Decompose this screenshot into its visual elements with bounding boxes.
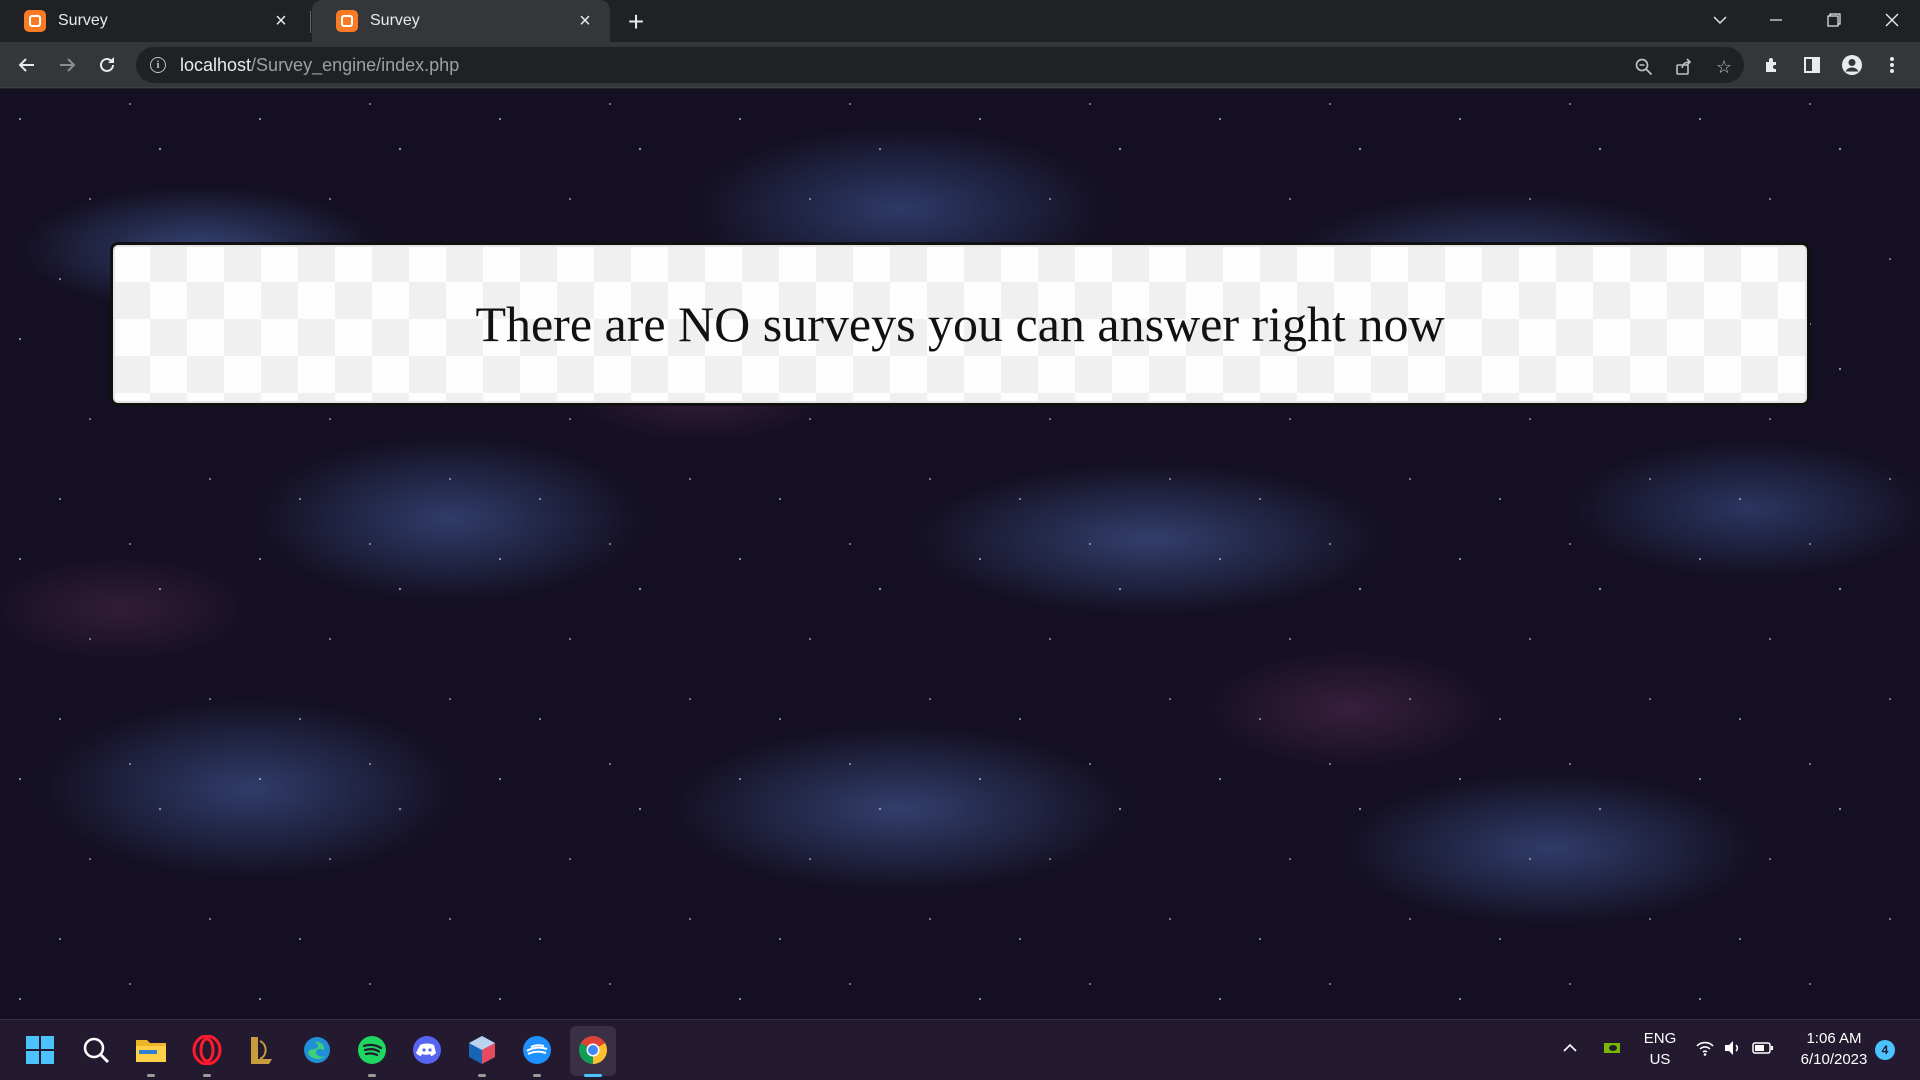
page-background: There are NO surveys you can answer righ… <box>0 89 1920 1019</box>
url-path: /Survey_engine/index.php <box>251 54 460 75</box>
clock-date[interactable]: 6/10/2023 <box>1786 1051 1882 1068</box>
address-bar[interactable]: i localhost/Survey_engine/index.php ☆ <box>136 47 1744 83</box>
xampp-favicon-icon <box>24 10 46 32</box>
reload-icon[interactable] <box>91 49 123 81</box>
restore-icon[interactable] <box>1806 0 1862 40</box>
edge-icon[interactable] <box>299 1032 335 1068</box>
share-icon[interactable] <box>1672 55 1696 79</box>
chrome-icon[interactable] <box>575 1032 611 1068</box>
starfield <box>0 89 1920 1019</box>
side-panel-icon[interactable] <box>1796 49 1828 81</box>
battery-icon[interactable] <box>1752 1040 1774 1061</box>
clock-time[interactable]: 1:06 AM <box>1786 1030 1882 1047</box>
running-indicator <box>147 1074 155 1077</box>
virtualbox-icon[interactable] <box>464 1032 500 1068</box>
message-banner: There are NO surveys you can answer righ… <box>110 242 1810 406</box>
start-icon[interactable] <box>22 1032 58 1068</box>
active-indicator <box>584 1074 602 1077</box>
nvidia-icon[interactable] <box>1603 1040 1621 1061</box>
chevron-up-icon[interactable] <box>1562 1040 1578 1061</box>
menu-icon[interactable] <box>1876 49 1908 81</box>
search-icon[interactable] <box>78 1032 114 1068</box>
chevron-down-icon[interactable] <box>1692 0 1748 40</box>
file-explorer-icon[interactable] <box>133 1032 169 1068</box>
url-text: localhost/Survey_engine/index.php <box>180 55 459 76</box>
browser-toolbar: i localhost/Survey_engine/index.php ☆ <box>0 42 1920 88</box>
app-icon[interactable] <box>519 1032 555 1068</box>
language-label[interactable]: ENG <box>1641 1030 1679 1047</box>
extensions-icon[interactable] <box>1756 49 1788 81</box>
no-surveys-message: There are NO surveys you can answer righ… <box>475 296 1445 352</box>
notification-badge[interactable]: 4 <box>1875 1040 1895 1060</box>
discord-icon[interactable] <box>409 1032 445 1068</box>
tab-strip: Survey × Survey × + <box>0 0 1920 42</box>
browser-tab-active[interactable]: Survey × <box>312 0 610 42</box>
site-info-icon[interactable]: i <box>150 57 166 73</box>
opera-icon[interactable] <box>189 1032 225 1068</box>
minimize-icon[interactable] <box>1748 0 1804 40</box>
tab-title: Survey <box>58 12 108 29</box>
tab-title: Survey <box>370 12 420 29</box>
profile-icon[interactable] <box>1836 49 1868 81</box>
taskbar: ENG US 1:06 AM 6/10/2023 4 <box>0 1019 1920 1080</box>
league-icon[interactable] <box>244 1032 280 1068</box>
spotify-icon[interactable] <box>354 1032 390 1068</box>
back-icon[interactable] <box>11 49 43 81</box>
xampp-favicon-icon <box>336 10 358 32</box>
browser-tab[interactable]: Survey × <box>0 0 306 42</box>
tab-close-icon[interactable]: × <box>574 10 596 32</box>
volume-icon[interactable] <box>1724 1040 1742 1061</box>
close-icon[interactable] <box>1864 0 1920 40</box>
region-label[interactable]: US <box>1641 1051 1679 1068</box>
running-indicator <box>478 1074 486 1077</box>
running-indicator <box>368 1074 376 1077</box>
forward-icon[interactable] <box>51 49 83 81</box>
zoom-icon[interactable] <box>1632 55 1656 79</box>
url-host: localhost <box>180 54 252 75</box>
running-indicator <box>203 1074 211 1077</box>
bookmark-star-icon[interactable]: ☆ <box>1712 55 1736 79</box>
wifi-icon[interactable] <box>1696 1040 1714 1061</box>
tab-close-icon[interactable]: × <box>270 10 292 32</box>
plus-icon[interactable]: + <box>620 6 652 38</box>
tab-separator <box>310 11 311 33</box>
running-indicator <box>533 1074 541 1077</box>
